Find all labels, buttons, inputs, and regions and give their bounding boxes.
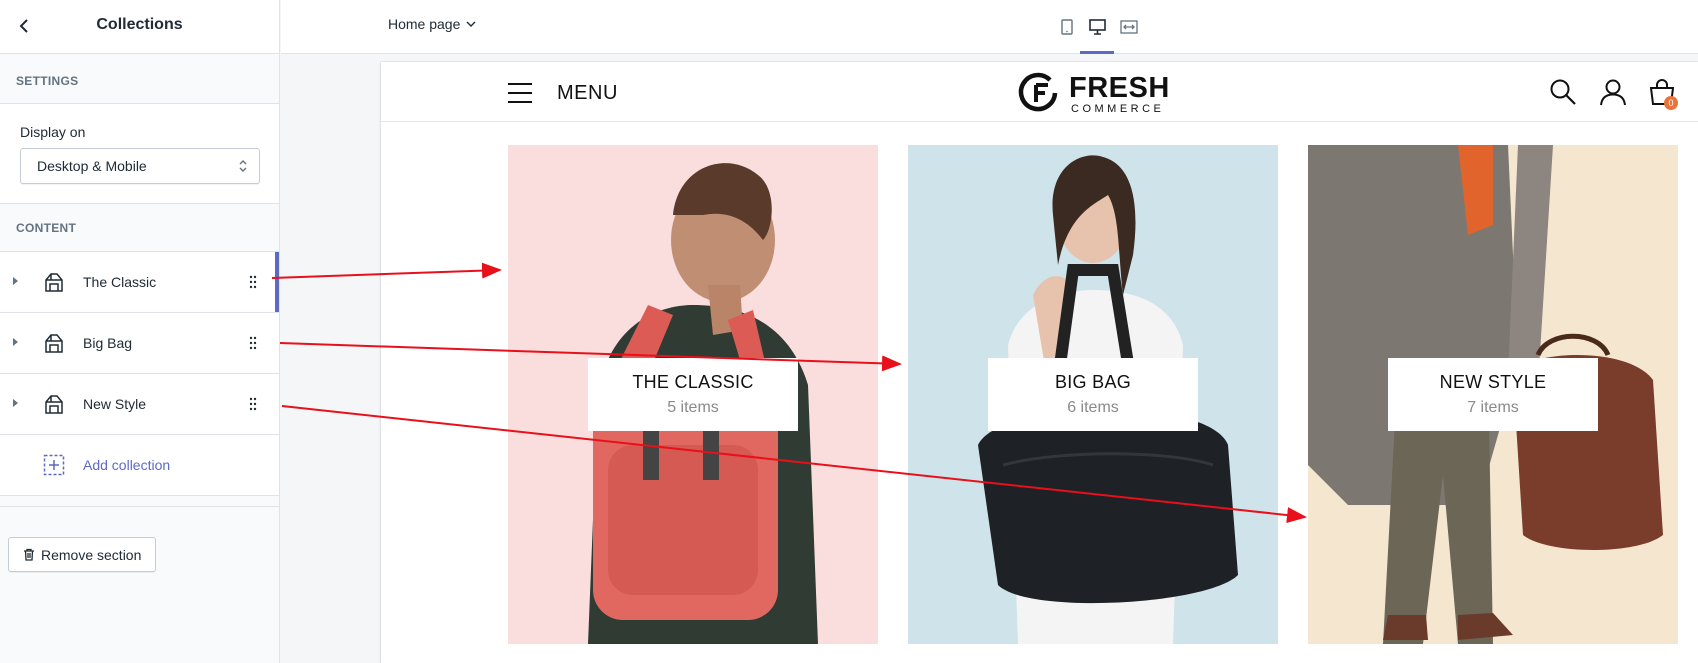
account-icon[interactable] xyxy=(1599,78,1627,106)
store-preview: MENU FRESH COMMERCE 0 THE CLASSIC 5 item… xyxy=(381,62,1698,663)
display-on-value: Desktop & Mobile xyxy=(37,158,147,174)
collection-icon xyxy=(45,273,63,292)
editor-topbar: Home page xyxy=(281,0,1698,54)
hamburger-icon[interactable] xyxy=(507,82,533,104)
desktop-icon xyxy=(1088,19,1106,35)
expand-icon[interactable] xyxy=(13,277,18,285)
add-collection-button[interactable]: Add collection xyxy=(0,435,279,496)
collection-item-the-classic[interactable]: The Classic xyxy=(0,252,279,313)
sidebar-divider xyxy=(0,496,279,507)
content-heading: CONTENT xyxy=(0,204,279,252)
expand-horizontal-icon xyxy=(1120,20,1138,34)
collection-count: 6 items xyxy=(1067,399,1119,416)
chevron-down-icon xyxy=(466,21,476,27)
collection-label: The Classic xyxy=(83,274,157,290)
fullscreen-view-button[interactable] xyxy=(1114,12,1144,42)
collection-title: NEW STYLE xyxy=(1439,372,1547,392)
collection-count: 5 items xyxy=(667,399,719,416)
collection-label: Big Bag xyxy=(83,335,133,351)
remove-section-label: Remove section xyxy=(41,546,142,563)
menu-label[interactable]: MENU xyxy=(557,82,618,105)
store-logo[interactable]: FRESH COMMERCE xyxy=(1017,70,1170,116)
collection-list: The Classic Big Bag New Style Add collec… xyxy=(0,252,279,496)
collection-title: BIG BAG xyxy=(1054,372,1132,392)
trash-icon xyxy=(24,548,34,561)
logo-word: FRESH xyxy=(1069,72,1170,104)
remove-section-button[interactable]: Remove section xyxy=(8,537,157,572)
add-collection-label: Add collection xyxy=(83,457,171,473)
collection-icon xyxy=(45,334,63,353)
desktop-view-button[interactable] xyxy=(1080,12,1114,54)
sidebar-title: Collections xyxy=(96,16,183,33)
expand-icon[interactable] xyxy=(13,338,18,346)
cart-count-badge: 0 xyxy=(1664,96,1678,110)
collection-icon xyxy=(45,395,63,414)
select-caret-icon xyxy=(239,160,247,172)
page-selector[interactable]: Home page xyxy=(388,16,476,32)
collection-caption: THE CLASSIC 5 items xyxy=(588,358,798,431)
collection-card-big-bag[interactable]: BIG BAG 6 items xyxy=(908,145,1278,644)
mobile-icon xyxy=(1061,19,1073,35)
display-on-label: Display on xyxy=(20,124,86,140)
logo-subtitle: COMMERCE xyxy=(1071,103,1165,115)
collection-item-new-style[interactable]: New Style xyxy=(0,374,279,435)
collection-caption: NEW STYLE 7 items xyxy=(1388,358,1598,431)
collection-label: New Style xyxy=(83,396,147,412)
sidebar-header: Collections xyxy=(0,0,279,54)
store-header: MENU FRESH COMMERCE 0 xyxy=(381,62,1698,122)
collection-title: THE CLASSIC xyxy=(632,372,754,392)
search-icon[interactable] xyxy=(1549,78,1577,106)
logo-mark-icon xyxy=(1018,72,1058,112)
page-selector-label: Home page xyxy=(388,16,461,32)
display-on-select[interactable]: Desktop & Mobile xyxy=(20,148,260,184)
add-block-icon xyxy=(43,454,65,476)
collection-card-the-classic[interactable]: THE CLASSIC 5 items xyxy=(508,145,878,644)
settings-heading: SETTINGS xyxy=(0,54,279,104)
collection-item-big-bag[interactable]: Big Bag xyxy=(0,313,279,374)
editor-sidebar: Collections SETTINGS Display on Desktop … xyxy=(0,0,280,663)
settings-panel: Display on Desktop & Mobile xyxy=(0,104,279,204)
drag-handle-icon[interactable] xyxy=(249,336,257,350)
mobile-view-button[interactable] xyxy=(1052,12,1082,42)
drag-handle-icon[interactable] xyxy=(249,397,257,411)
collection-count: 7 items xyxy=(1467,399,1519,416)
drag-handle-icon[interactable] xyxy=(249,275,257,289)
collection-caption: BIG BAG 6 items xyxy=(988,358,1198,431)
expand-icon[interactable] xyxy=(13,399,18,407)
collection-card-new-style[interactable]: NEW STYLE 7 items xyxy=(1308,145,1678,644)
